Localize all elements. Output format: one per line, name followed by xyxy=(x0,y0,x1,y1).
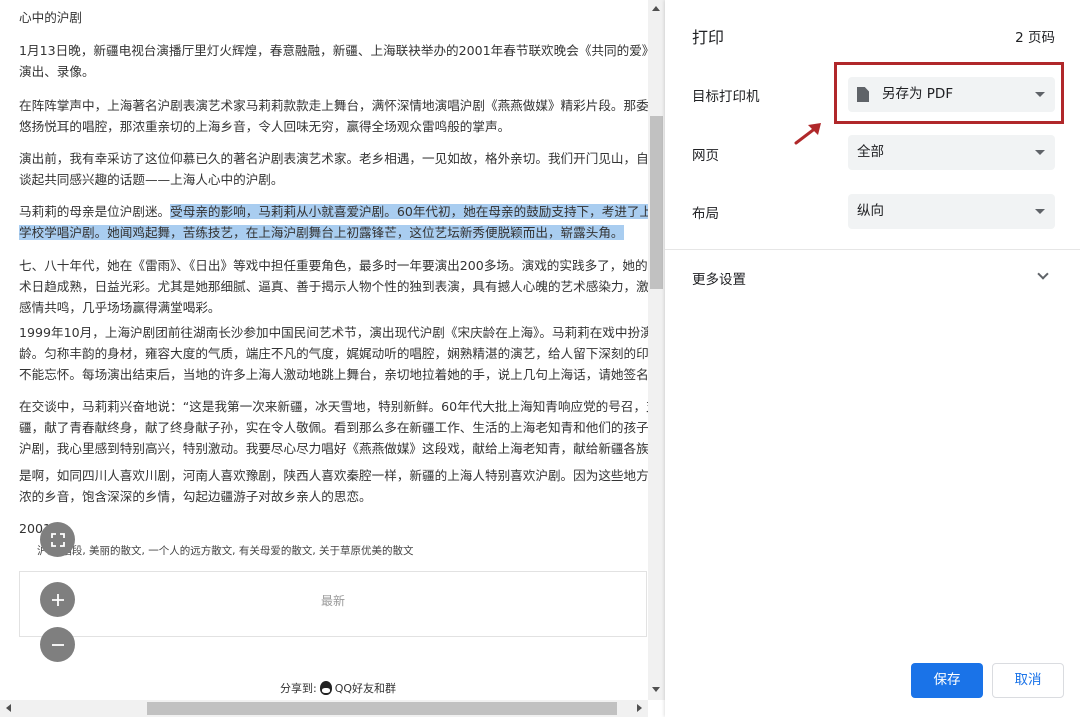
paragraph: 在阵阵掌声中，上海著名沪剧表演艺术家马莉莉款款走上舞台，满怀深情地演唱沪剧《燕燕… xyxy=(19,95,648,137)
paragraph-line: 1月13日晚，新疆电视台演播厅里灯火辉煌，春意融融，新疆、上海联袂举办的2001… xyxy=(19,43,648,58)
zoom-out-icon xyxy=(51,638,65,652)
paragraph-line: 1999年10月，上海沪剧团前往湖南长沙参加中国民间艺术节，演出现代沪剧《宋庆龄… xyxy=(19,325,648,340)
scroll-right-arrow[interactable] xyxy=(637,704,642,712)
paragraph-line: 龄。匀称丰韵的身材，雍容大度的气质，端庄不凡的气度，娓娓动听的唱腔，娴熟精湛的演… xyxy=(19,346,648,361)
share-qq-link[interactable]: QQ好友和群 xyxy=(335,680,396,696)
share-label: 分享到: xyxy=(280,682,317,695)
cancel-button[interactable]: 取消 xyxy=(992,663,1064,698)
page-count: 2 页码 xyxy=(1015,30,1055,46)
paragraph-line: 术日趋成熟，日益光彩。尤其是她那细腻、逼真、善于揭示人物个性的独到表演，具有撼人… xyxy=(19,279,648,294)
dropdown-caret-icon xyxy=(1035,209,1045,214)
scroll-thumb[interactable] xyxy=(147,702,617,715)
latest-label: 最新 xyxy=(320,594,345,608)
pages-select[interactable]: 全部 xyxy=(848,135,1055,170)
paragraph-line: 在阵阵掌声中，上海著名沪剧表演艺术家马莉莉款款走上舞台，满怀深情地演唱沪剧《燕燕… xyxy=(19,98,648,113)
paragraph: 演出前，我有幸采访了这位仰慕已久的著名沪剧表演艺术家。老乡相遇，一见如故，格外亲… xyxy=(19,148,648,190)
zoom-in-button[interactable] xyxy=(40,582,75,617)
share-line: 分享到: QQ好友和群 xyxy=(280,680,396,696)
paragraph-line: 疆，献了青春献终身，献了终身献子孙，实在令人敬佩。看到那么多在新疆工作、生活的上… xyxy=(19,420,648,435)
date-line: 2001 xyxy=(19,518,648,539)
paragraph-line: 演出前，我有幸采访了这位仰慕已久的著名沪剧表演艺术家。老乡相遇，一见如故，格外亲… xyxy=(19,151,648,166)
preview-horizontal-scrollbar[interactable] xyxy=(0,700,648,717)
panel-title: 打印 xyxy=(692,28,725,47)
annotation-arrow-icon xyxy=(793,120,827,150)
pages-label: 网页 xyxy=(692,148,719,164)
paragraph: 在交谈中，马莉莉兴奋地说：“这是我第一次来新疆，冰天雪地，特别新鲜。60年代大批… xyxy=(19,396,648,459)
selected-text: 学校学唱沪剧。她闻鸡起舞，苦练技艺，在上海沪剧舞台上初露锋芒，这位艺坛新秀便脱颖… xyxy=(19,225,624,240)
more-settings-toggle[interactable]: 更多设置 xyxy=(665,259,1080,295)
zoom-out-button[interactable] xyxy=(40,627,75,662)
paragraph-line: 学校学唱沪剧。她闻鸡起舞，苦练技艺，在上海沪剧舞台上初露锋芒，这位艺坛新秀便脱颖… xyxy=(19,222,648,243)
article-title: 心中的沪剧 xyxy=(19,10,82,25)
scroll-up-arrow[interactable] xyxy=(652,6,660,11)
qq-icon xyxy=(319,681,332,695)
layout-value: 纵向 xyxy=(857,203,884,219)
paragraph-line: 感情共鸣，几乎场场赢得满堂喝彩。 xyxy=(19,300,221,315)
paragraph: 1999年10月，上海沪剧团前往湖南长沙参加中国民间艺术节，演出现代沪剧《宋庆龄… xyxy=(19,322,648,385)
layout-select[interactable]: 纵向 xyxy=(848,194,1055,229)
dropdown-caret-icon xyxy=(1035,150,1045,155)
paragraph-line: 是啊，如同四川人喜欢川剧，河南人喜欢豫剧，陕西人喜欢秦腔一样，新疆的上海人特别喜… xyxy=(19,468,648,483)
paragraph-line: 马莉莉的母亲是位沪剧迷。受母亲的影响，马莉莉从小就喜爱沪剧。60年代初，她在母亲… xyxy=(19,201,648,222)
paragraph: 是啊，如同四川人喜欢川剧，河南人喜欢豫剧，陕西人喜欢秦腔一样，新疆的上海人特别喜… xyxy=(19,465,648,507)
paragraph-line: 谈起共同感兴趣的话题——上海人心中的沪剧。 xyxy=(19,172,284,187)
paragraph: 1月13日晚，新疆电视台演播厅里灯火辉煌，春意融融，新疆、上海联袂举办的2001… xyxy=(19,40,648,82)
latest-section: 最新 xyxy=(19,571,647,637)
fullscreen-icon xyxy=(50,532,65,547)
paragraph-line: 沪剧，我心里感到特别高兴，特别激动。我要尽心尽力唱好《燕燕做媒》这段戏，献给上海… xyxy=(19,441,648,456)
paragraph-line: 不能忘怀。每场演出结束后，当地的许多上海人激动地跳上舞台，亲切地拉着她的手，说上… xyxy=(19,367,648,382)
tags-line: 沪剧 唱段, 美丽的散文, 一个人的远方散文, 有关母爱的散文, 关于草原优美的… xyxy=(37,545,414,557)
annotation-highlight-box xyxy=(834,62,1064,124)
paragraph-line: 七、八十年代，她在《雷雨》、《日出》等戏中担任重要角色，最多时一年要演出200多… xyxy=(19,258,648,273)
preview-vertical-scrollbar[interactable] xyxy=(648,0,665,700)
scroll-left-arrow[interactable] xyxy=(6,704,11,712)
zoom-in-icon xyxy=(51,593,65,607)
paragraph-line: 悠扬悦耳的唱腔，那浓重亲切的上海乡音，令人回味无穷，赢得全场观众雷鸣般的掌声。 xyxy=(19,119,511,134)
print-dialog-screen: 心中的沪剧 1月13日晚，新疆电视台演播厅里灯火辉煌，春意融融，新疆、上海联袂举… xyxy=(0,0,1080,717)
chevron-down-icon xyxy=(1037,268,1049,280)
layout-label: 布局 xyxy=(692,206,719,222)
paragraph-text: 马莉莉的母亲是位沪剧迷。 xyxy=(19,204,171,219)
divider xyxy=(665,249,1080,250)
print-preview: 心中的沪剧 1月13日晚，新疆电视台演播厅里灯火辉煌，春意融融，新疆、上海联袂举… xyxy=(0,0,648,700)
save-button[interactable]: 保存 xyxy=(911,663,983,698)
paragraph-line: 演出、录像。 xyxy=(19,64,95,79)
paragraph-line: 在交谈中，马莉莉兴奋地说：“这是我第一次来新疆，冰天雪地，特别新鲜。60年代大批… xyxy=(19,399,648,414)
scroll-thumb[interactable] xyxy=(650,116,663,289)
selected-text: 受母亲的影响，马莉莉从小就喜爱沪剧。60年代初，她在母亲的鼓励支持下，考进了上海… xyxy=(170,204,648,219)
date-text: 2001 xyxy=(19,521,52,536)
destination-label: 目标打印机 xyxy=(692,89,760,105)
paragraph-selected[interactable]: 马莉莉的母亲是位沪剧迷。受母亲的影响，马莉莉从小就喜爱沪剧。60年代初，她在母亲… xyxy=(19,201,648,243)
paragraph: 七、八十年代，她在《雷雨》、《日出》等戏中担任重要角色，最多时一年要演出200多… xyxy=(19,255,648,318)
paragraph-line: 浓的乡音，饱含深深的乡情，勾起边疆游子对故乡亲人的思恋。 xyxy=(19,489,372,504)
more-settings-label: 更多设置 xyxy=(692,272,746,288)
pages-value: 全部 xyxy=(857,144,884,160)
scroll-down-arrow[interactable] xyxy=(652,687,660,692)
fit-to-page-button[interactable] xyxy=(40,522,75,557)
